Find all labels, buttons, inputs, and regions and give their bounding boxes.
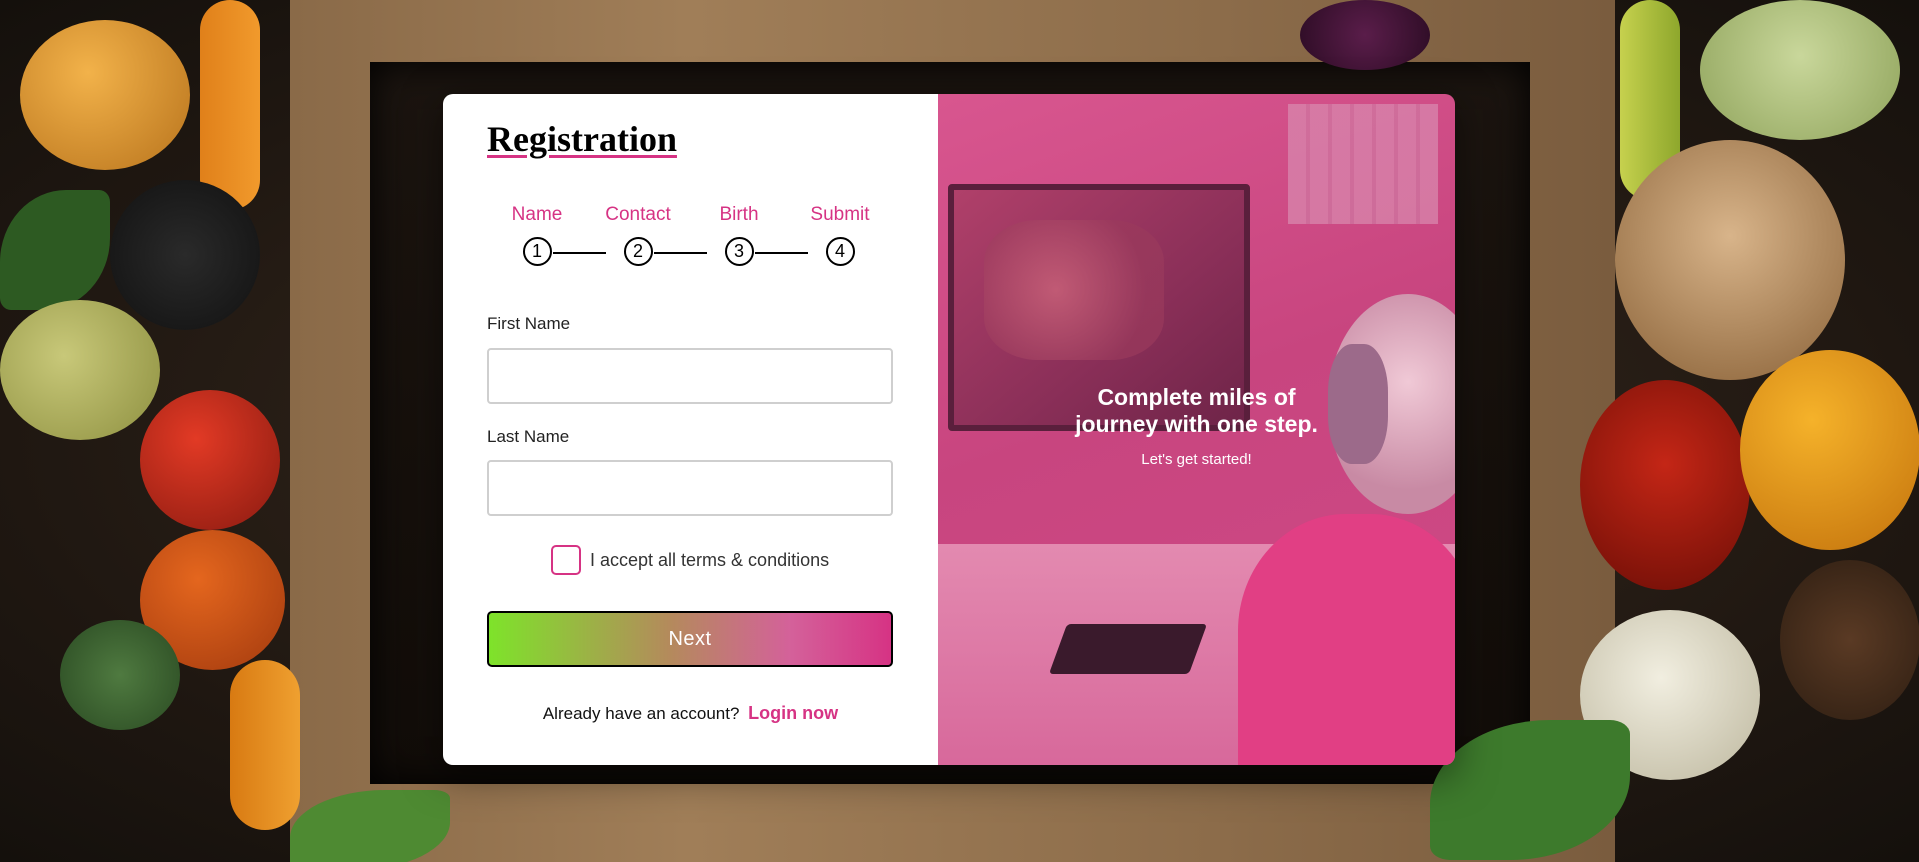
login-link[interactable]: Login now [748,703,838,723]
orange-decoration [1740,350,1919,550]
grapes-decoration-right [1700,0,1900,140]
login-prompt-text: Already have an account? [542,704,740,723]
promo-headline-line2: journey with one step. [1075,411,1318,437]
terms-checkbox[interactable] [551,545,581,575]
first-name-input[interactable] [487,348,893,404]
broccoli-decoration [60,620,180,730]
progress-stepper: Name 1 Contact 2 Birth 3 Submit 4 [487,202,870,272]
step-number: 4 [825,237,855,266]
promo-headline-line1: Complete miles of [1097,384,1296,410]
promo-headline: Complete miles of journey with one step. [938,384,1455,438]
form-title: Registration [487,119,677,159]
step-number: 1 [522,237,552,266]
step-label: Submit [810,204,870,225]
first-name-label: First Name [487,314,571,333]
step-submit[interactable]: Submit 4 [780,202,900,266]
onion-decoration [1615,140,1845,380]
next-button[interactable]: Next [487,611,893,667]
last-name-input[interactable] [487,460,893,516]
carrot-decoration [200,0,260,210]
carrot-decoration-2 [230,660,300,830]
pepper-decoration [20,20,190,170]
grapes-decoration [0,300,160,440]
blackberry-decoration [110,180,260,330]
step-number: 2 [623,237,653,266]
wall-calendar-image [1288,104,1438,224]
terms-row: I accept all terms & conditions [551,545,829,575]
registration-card: Registration Name 1 Contact 2 Birth 3 Su… [443,94,1455,765]
cherry-tomatoes-decoration [1580,380,1750,590]
terms-label: I accept all terms & conditions [590,549,830,570]
promo-subline: Let's get started! [1141,451,1252,468]
promo-panel: Complete miles of journey with one step.… [938,94,1455,765]
keyboard-image [1048,624,1208,674]
tomato-decoration [140,390,280,530]
child-image [1238,514,1455,765]
last-name-label: Last Name [487,427,570,446]
leaf-decoration [0,190,110,310]
login-prompt-row: Already have an account? Login now [443,703,938,724]
root-decoration [1780,560,1919,720]
promo-tagline: Complete miles of journey with one step.… [938,384,1455,468]
eggplant-decoration [1300,0,1430,70]
registration-form-panel: Registration Name 1 Contact 2 Birth 3 Su… [443,94,938,765]
step-number: 3 [724,237,754,266]
